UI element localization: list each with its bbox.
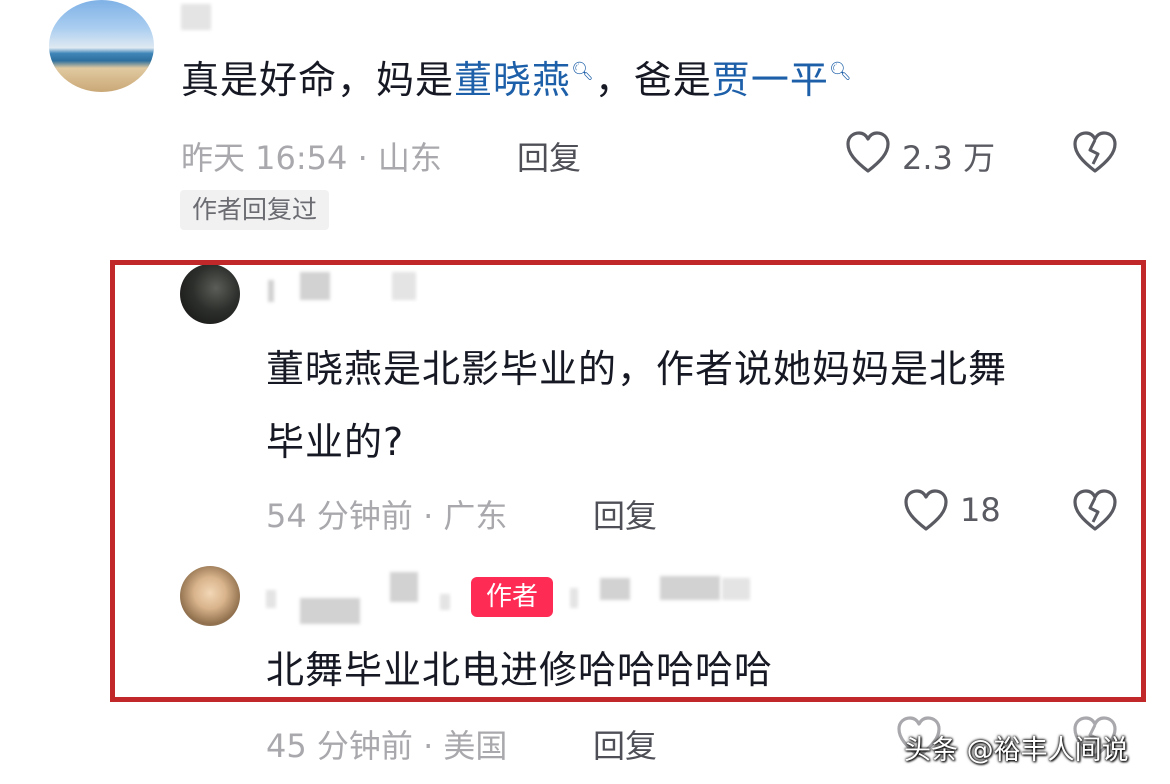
- heart-icon[interactable]: [845, 131, 891, 175]
- search-icon: 🔍︎: [828, 61, 853, 82]
- watermark: 头条 @裕丰人间说: [904, 735, 1129, 766]
- comment-text-prefix: 真是好命，妈是: [181, 58, 455, 102]
- search-icon: 🔍︎: [571, 61, 595, 82]
- comment-time-location: 45 分钟前 · 美国: [266, 727, 508, 765]
- username-blurred[interactable]: [181, 4, 211, 30]
- broken-heart-icon[interactable]: [1072, 131, 1118, 175]
- search-link-dongxiaoyan[interactable]: 董晓燕: [454, 58, 571, 102]
- author-replied-badge: 作者回复过: [180, 190, 330, 230]
- reply-button[interactable]: 回复: [593, 721, 657, 767]
- highlight-frame: [110, 260, 1146, 702]
- comment-text-mid: ，爸是: [594, 58, 712, 102]
- avatar[interactable]: [49, 0, 154, 92]
- search-link-jiayiping[interactable]: 贾一平: [712, 58, 829, 102]
- comment-text: 真是好命，妈是董晓燕🔍︎，爸是贾一平🔍︎: [181, 58, 853, 102]
- reply-button[interactable]: 回复: [517, 133, 581, 179]
- comment-time-location: 昨天 16:54 · 山东: [181, 139, 442, 177]
- like-count: 2.3 万: [902, 139, 996, 177]
